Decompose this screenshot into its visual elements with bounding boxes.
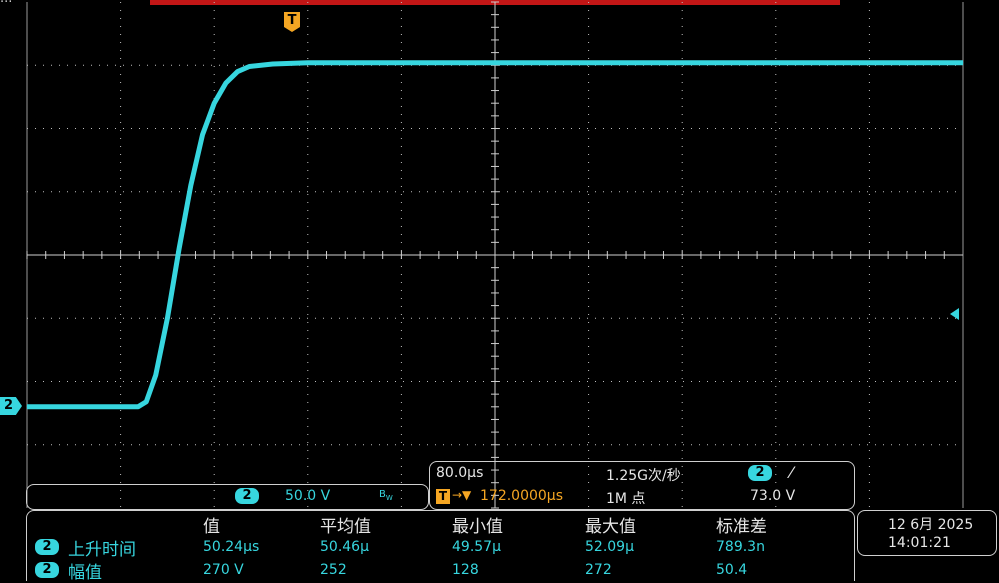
sample-rate: 1.25G次/秒	[606, 468, 681, 484]
row1-min: 49.57μ	[452, 539, 501, 555]
time-per-division: 80.0μs	[436, 465, 484, 481]
header-min: 最小值	[452, 517, 503, 537]
horizontal-position: 172.0000μs	[480, 488, 564, 504]
row1-mean: 50.46μ	[320, 539, 369, 555]
trigger-level-arrow-icon[interactable]	[950, 308, 959, 320]
waveform-point	[166, 317, 168, 319]
channel-info-box[interactable]: 2 50.0 V BW	[26, 484, 429, 510]
waveform-point	[962, 62, 964, 64]
record-length: 1M 点	[606, 491, 646, 507]
row2-channel-badge: 2	[35, 562, 59, 578]
row2-min: 128	[452, 562, 479, 578]
row2-measurement-name: 幅值	[68, 563, 102, 583]
trigger-slope-icon: ⁄	[790, 463, 793, 482]
row1-max: 52.09μ	[585, 539, 634, 555]
waveform-point	[272, 63, 274, 65]
row1-stddev: 789.3n	[716, 539, 765, 555]
waveform-point	[145, 401, 147, 403]
waveform-point	[225, 82, 227, 84]
datetime-box: 12 6月 2025 14:01:21	[857, 510, 997, 556]
channel-scale: 50.0 V	[285, 488, 331, 504]
waveform-point	[155, 374, 157, 376]
header-mean: 平均值	[320, 517, 371, 537]
header-max: 最大值	[585, 517, 636, 537]
bandwidth-limit-icon: BW	[379, 489, 393, 502]
row1-measurement-name: 上升时间	[68, 540, 136, 560]
waveform-point	[237, 71, 239, 73]
header-value: 值	[203, 517, 220, 537]
row2-max: 272	[585, 562, 612, 578]
timebase-trigger-box[interactable]: 80.0μs 1.25G次/秒 2 ⁄ T →▼ 172.0000μs 1M 点…	[429, 461, 855, 510]
header-stddev: 标准差	[716, 517, 767, 537]
position-arrow-icon: →▼	[452, 488, 472, 502]
waveform-point	[178, 248, 180, 250]
oscilloscope-screen: ... T 2 2 50.0 V BW 80.0μs 1.25G次/秒 2 ⁄ …	[0, 0, 999, 583]
waveform-point	[377, 62, 379, 64]
waveform-point	[137, 406, 139, 408]
waveform-point	[190, 184, 192, 186]
date: 12 6月 2025	[888, 517, 974, 533]
graticule	[26, 1, 964, 509]
row1-value: 50.24μs	[203, 539, 260, 555]
trigger-source-badge: 2	[748, 465, 772, 481]
row2-value: 270 V	[203, 562, 244, 578]
waveform-point	[213, 102, 215, 104]
row2-mean: 252	[320, 562, 347, 578]
channel-2-badge: 2	[235, 488, 259, 504]
waveform-point	[202, 134, 203, 136]
trigger-t-icon: T	[436, 489, 450, 504]
trigger-level: 73.0 V	[750, 488, 796, 504]
row1-channel-badge: 2	[35, 539, 59, 555]
waveform-point	[26, 406, 28, 408]
time: 14:01:21	[888, 535, 951, 551]
waveform-point	[248, 66, 250, 68]
waveform-point	[307, 62, 309, 64]
row2-stddev: 50.4	[716, 562, 748, 578]
